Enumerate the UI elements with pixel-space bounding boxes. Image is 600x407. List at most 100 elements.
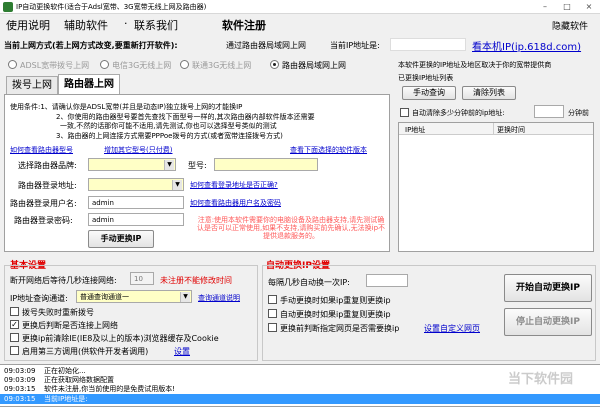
query-channel-label: IP地址查询通道: bbox=[10, 294, 68, 303]
menu-bar: 使用说明 辅助软件 · 联系我们 软件注册 隐藏软件 bbox=[0, 14, 600, 36]
check-page-checkbox[interactable] bbox=[268, 323, 277, 332]
brand-select[interactable]: ▼ bbox=[88, 158, 176, 171]
log-text: 正在初始化... bbox=[44, 367, 86, 375]
check-ip-link[interactable]: 看本机IP(ip.618d.com) bbox=[472, 38, 581, 53]
query-channel-help-link[interactable]: 查询通道说明 bbox=[198, 293, 240, 303]
view-versions-link[interactable]: 查看下面选择的软件版本 bbox=[290, 145, 367, 155]
column-divider bbox=[493, 123, 494, 135]
query-channel-select[interactable]: 普通查询通道一 ▼ bbox=[76, 290, 192, 303]
manual-change-ip-label: 手动更换IP bbox=[100, 234, 142, 243]
radio-adsl-label: ADSL宽带拨号上网 bbox=[20, 61, 90, 70]
ip-list-label: 已更换IP地址列表 bbox=[398, 74, 454, 82]
stop-auto-change-button[interactable]: 停止自动更换IP bbox=[504, 308, 592, 336]
redial-on-fail-checkbox[interactable] bbox=[10, 307, 19, 316]
auto-clear-checkbox[interactable] bbox=[400, 108, 409, 117]
log-text: 软件未注册,你当前使用的是免费试用版本! bbox=[44, 385, 176, 393]
model-select[interactable] bbox=[214, 158, 318, 171]
manual-change-ip-button[interactable]: 手动更换IP bbox=[88, 230, 154, 248]
third-party-label: 启用第三方调用(供软件开发者调用) bbox=[22, 347, 149, 356]
login-address-field[interactable]: ▼ bbox=[88, 178, 184, 191]
check-page-label: 更换前判断指定网页是否需要换ip bbox=[280, 324, 400, 333]
menu-contact[interactable]: 联系我们 bbox=[134, 17, 178, 33]
query-channel-value: 普通查询通道一 bbox=[80, 293, 129, 301]
col-change-time[interactable]: 更换时间 bbox=[497, 125, 525, 135]
title-bar: IP自动更换软件(适合于Adsl宽带、3G宽带无线上网及路由器) – □ × bbox=[0, 0, 600, 14]
auto-clear-minutes-field[interactable] bbox=[534, 105, 564, 118]
radio-telecom-3g-label: 电信3G无线上网 bbox=[112, 61, 172, 70]
radio-router-label: 路由器局域网上网 bbox=[282, 61, 346, 70]
auto-dup-checkbox[interactable] bbox=[268, 309, 277, 318]
condition-line-1: 使用条件:1、请确认你是ADSL宽带(并且是动态IP)独立拨号上网的才能换IP bbox=[10, 103, 243, 111]
ip-label: 当前IP地址是: bbox=[330, 41, 380, 50]
view-models-link[interactable]: 如何查看路由器型号 bbox=[10, 145, 73, 155]
minimize-button[interactable]: – bbox=[534, 0, 556, 14]
app-icon bbox=[3, 2, 13, 12]
clear-cache-label: 更换ip前清除IE(IE8及以上的版本)浏览器缓存及Cookie bbox=[22, 334, 219, 343]
log-time: 09:03:15 bbox=[4, 395, 36, 403]
tab-dialup[interactable]: 拨号上网 bbox=[6, 76, 58, 94]
radio-telecom-3g[interactable] bbox=[100, 60, 109, 69]
wait-seconds-label: 断开网络后等待几秒连接网络: bbox=[10, 276, 117, 285]
router-notice: 注意:使用本软件需要你的电脑设备及路由器支持,请先测试确认是否可以正常使用,如果… bbox=[196, 216, 386, 240]
log-text: 正在获取网络数据配置 bbox=[44, 376, 114, 384]
menu-separator: · bbox=[124, 17, 128, 30]
radio-router[interactable] bbox=[270, 60, 279, 69]
redial-on-fail-label: 拨号失败时重新拨号 bbox=[22, 308, 94, 317]
check-connection-label: 更换后判断是否连接上网络 bbox=[22, 321, 118, 330]
current-ip-field bbox=[390, 38, 466, 51]
username-help-link[interactable]: 如何查看路由器用户名及密码 bbox=[190, 198, 281, 208]
brand-label: 选择路由器品牌: bbox=[18, 161, 77, 170]
minutes-unit: 分钟前 bbox=[568, 109, 589, 117]
manual-query-button[interactable]: 手动查询 bbox=[402, 86, 456, 100]
menu-register[interactable]: 软件注册 bbox=[222, 17, 266, 33]
chevron-down-icon: ▼ bbox=[180, 292, 190, 302]
radio-unicom-3g-label: 联通3G无线上网 bbox=[192, 61, 252, 70]
tab-dialup-label: 拨号上网 bbox=[12, 80, 52, 91]
maximize-button[interactable]: □ bbox=[556, 0, 578, 14]
tab-router[interactable]: 路由器上网 bbox=[58, 74, 120, 95]
radio-adsl[interactable] bbox=[8, 60, 17, 69]
manual-dup-checkbox[interactable] bbox=[268, 295, 277, 304]
watermark-logo: 当下软件园 bbox=[508, 372, 574, 387]
add-model-link[interactable]: 增加其它型号(只付费) bbox=[104, 145, 172, 155]
password-field[interactable]: admin bbox=[88, 213, 184, 226]
ip-history-list[interactable]: IP地址 更换时间 bbox=[398, 122, 594, 252]
close-button[interactable]: × bbox=[578, 0, 600, 14]
interval-label: 每隔几秒自动换一次IP: bbox=[268, 278, 350, 287]
custom-page-link[interactable]: 设置自定义网页 bbox=[424, 323, 480, 334]
radio-unicom-3g[interactable] bbox=[180, 60, 189, 69]
condition-line-3: 一致,不然的话那你可能不适用,请先测试,你也可以选择型号类似的测试 bbox=[60, 122, 277, 130]
login-address-label: 路由器登录地址: bbox=[18, 181, 77, 190]
method-value: 通过路由器局域网上网 bbox=[226, 41, 306, 50]
interval-field[interactable] bbox=[366, 274, 408, 287]
ip-list-header bbox=[399, 123, 593, 135]
condition-line-4: 3、路由器的上网连接方式需要PPPoe拨号的方式(或者宽带连接拨号方式) bbox=[56, 132, 283, 140]
wait-seconds-field[interactable]: 10 bbox=[130, 272, 154, 285]
third-party-settings-link[interactable]: 设置 bbox=[174, 346, 190, 357]
manual-dup-label: 手动更换时如果ip重复则更换ip bbox=[280, 296, 391, 305]
check-connection-checkbox[interactable]: ✓ bbox=[10, 320, 19, 329]
clear-list-button[interactable]: 清除列表 bbox=[462, 86, 516, 100]
third-party-checkbox[interactable] bbox=[10, 346, 19, 355]
clear-cache-checkbox[interactable] bbox=[10, 333, 19, 342]
method-label: 当前上网方式(若上网方式改变,要重新打开软件): bbox=[4, 41, 178, 50]
menu-help[interactable]: 使用说明 bbox=[6, 17, 50, 33]
log-time: 09:03:15 bbox=[4, 385, 36, 393]
provider-desc: 本软件更换的IP地址及地区取决于你的宽带提供商 bbox=[398, 61, 552, 69]
menu-tools[interactable]: 辅助软件 bbox=[64, 17, 108, 33]
log-row-selected: 09:03:15 当前IP地址是: bbox=[0, 394, 600, 404]
model-label: 型号: bbox=[188, 161, 207, 170]
login-help-link[interactable]: 如何查看登录地址是否正确? bbox=[190, 180, 278, 190]
col-ip-address[interactable]: IP地址 bbox=[405, 125, 425, 135]
auto-dup-label: 自动更换时如果ip重复则更换ip bbox=[280, 310, 391, 319]
tab-router-label: 路由器上网 bbox=[64, 79, 114, 90]
window-title: IP自动更换软件(适合于Adsl宽带、3G宽带无线上网及路由器) bbox=[16, 3, 207, 11]
password-label: 路由器登录密码: bbox=[14, 216, 73, 225]
username-label: 路由器登录用户名: bbox=[10, 199, 77, 208]
log-text: 当前IP地址是: bbox=[44, 395, 88, 403]
username-field[interactable]: admin bbox=[88, 196, 184, 209]
hide-software-button[interactable]: 隐藏软件 bbox=[552, 19, 588, 32]
auto-clear-label: 自动清除多少分钟前的ip地址: bbox=[412, 109, 505, 117]
start-auto-change-button[interactable]: 开始自动更换IP bbox=[504, 274, 592, 302]
chevron-down-icon: ▼ bbox=[172, 180, 182, 190]
